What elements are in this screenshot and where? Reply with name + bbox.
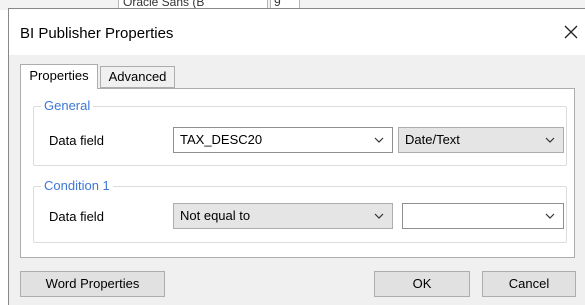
tab-properties[interactable]: Properties xyxy=(20,64,98,89)
properties-dialog: BI Publisher Properties Properties Advan… xyxy=(8,8,585,305)
general-legend: General xyxy=(44,98,91,113)
general-data-field-label: Data field xyxy=(49,133,104,148)
chevron-down-icon xyxy=(545,137,555,143)
condition-value-combo[interactable] xyxy=(402,203,564,229)
dialog-title: BI Publisher Properties xyxy=(20,25,174,42)
condition-operator-select[interactable]: Not equal to xyxy=(173,203,393,229)
close-icon xyxy=(564,25,578,39)
title-bar: BI Publisher Properties xyxy=(9,9,585,55)
chevron-down-icon xyxy=(545,213,555,219)
word-properties-button[interactable]: Word Properties xyxy=(20,271,165,297)
tab-advanced[interactable]: Advanced xyxy=(100,66,175,88)
close-button[interactable] xyxy=(559,20,583,44)
general-type-select[interactable]: Date/Text xyxy=(398,127,564,153)
condition-legend: Condition 1 xyxy=(44,178,110,193)
general-data-field-combo[interactable]: TAX_DESC20 xyxy=(173,127,393,153)
condition-data-field-label: Data field xyxy=(49,209,104,224)
chevron-down-icon xyxy=(374,213,384,219)
chevron-down-icon xyxy=(374,137,384,143)
cancel-button[interactable]: Cancel xyxy=(482,271,576,297)
ok-button[interactable]: OK xyxy=(374,271,470,297)
general-data-field-value: TAX_DESC20 xyxy=(180,132,263,147)
properties-panel: General Data field TAX_DESC20 Date/Text … xyxy=(20,88,575,258)
condition-operator-value: Not equal to xyxy=(180,208,251,223)
general-type-value: Date/Text xyxy=(405,132,460,147)
